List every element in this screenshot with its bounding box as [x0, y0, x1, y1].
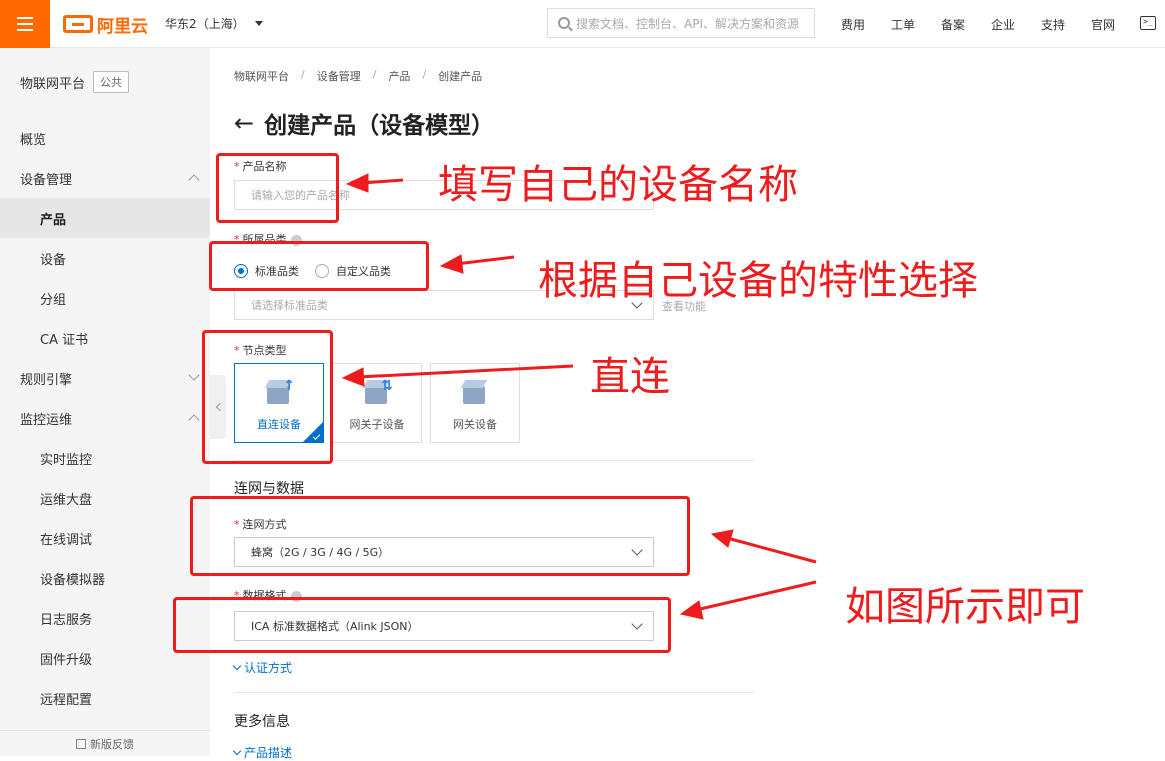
annotation-arrow-4	[710, 529, 817, 564]
annotation-arrow-1	[345, 173, 404, 193]
annotation-note-direct: 直连	[590, 354, 670, 400]
annotation-note-choose-category: 根据自己设备的特性选择	[538, 258, 978, 304]
annotation-arrow-5	[679, 580, 817, 620]
annotation-note-fill-name: 填写自己的设备名称	[438, 162, 798, 208]
annotation-arrow-3	[341, 364, 574, 387]
annotation-note-as-shown: 如图所示即可	[845, 584, 1085, 630]
annotation-arrows	[341, 173, 817, 620]
annotation-arrow-2	[439, 254, 515, 274]
